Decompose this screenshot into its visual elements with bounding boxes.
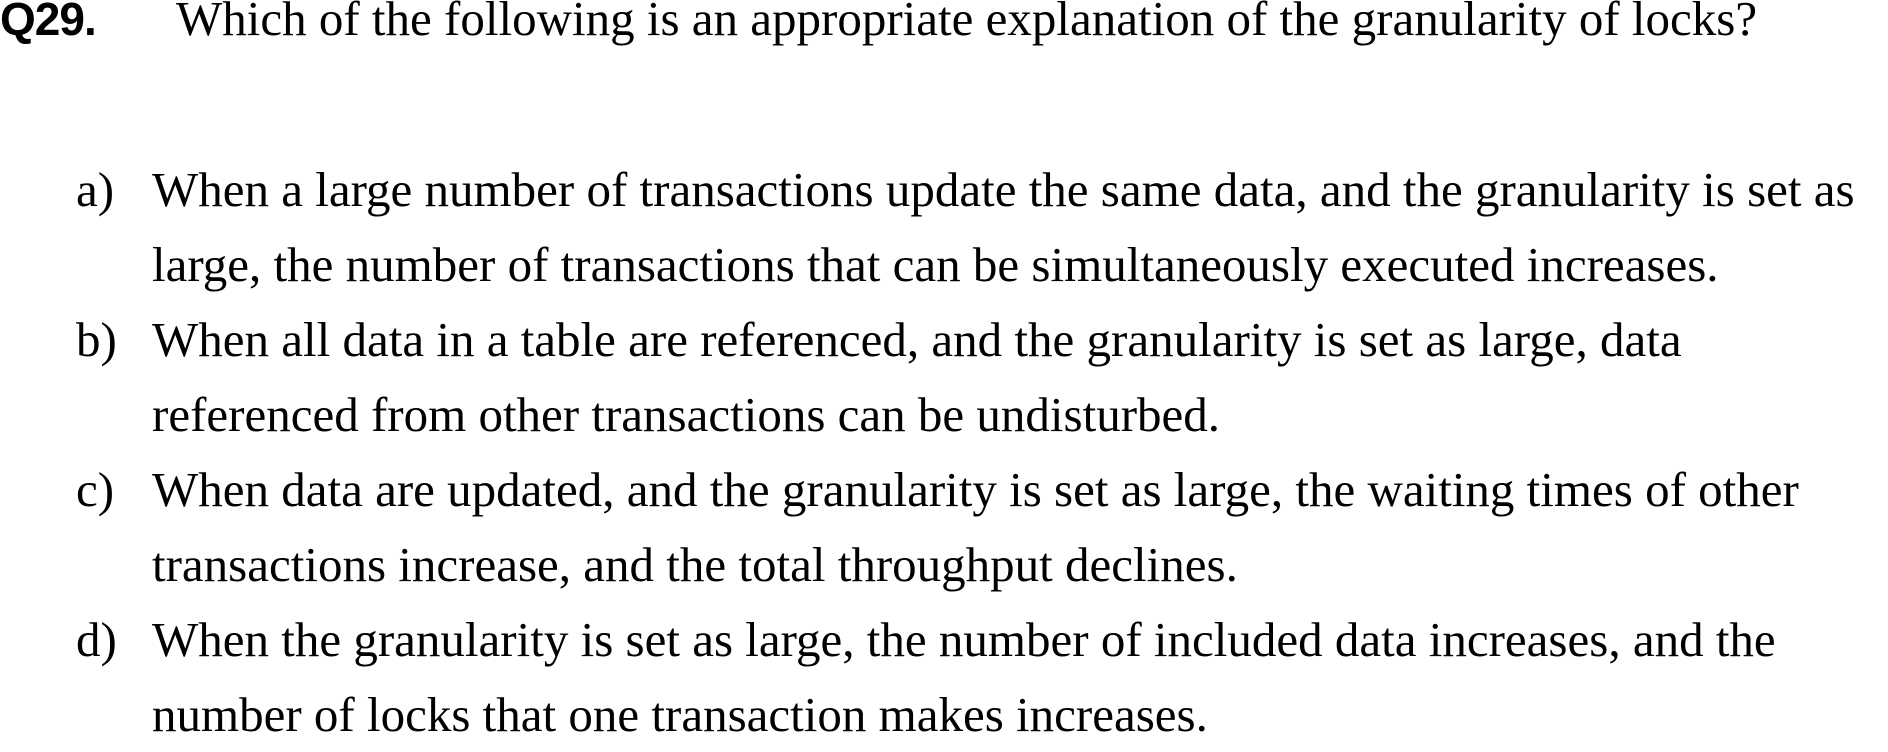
- option-letter: c): [76, 462, 115, 517]
- option-letter: b): [76, 312, 117, 367]
- option-text-line: When data are updated, and the granulari…: [152, 462, 1799, 517]
- option-text-line: referenced from other transactions can b…: [152, 387, 1221, 442]
- question-number: Q29.: [0, 0, 97, 45]
- option-text-line: When the granularity is set as large, th…: [152, 612, 1776, 667]
- option-text-line: transactions increase, and the total thr…: [152, 537, 1238, 592]
- option-text-line: When all data in a table are referenced,…: [152, 312, 1682, 367]
- option-letter: a): [76, 162, 115, 217]
- option-text-line: large, the number of transactions that c…: [152, 237, 1719, 292]
- option-text-line: When a large number of transactions upda…: [152, 162, 1855, 217]
- question-text: Which of the following is an appropriate…: [176, 0, 1758, 46]
- option-text-line: number of locks that one transaction mak…: [152, 687, 1208, 742]
- option-letter: d): [76, 612, 117, 667]
